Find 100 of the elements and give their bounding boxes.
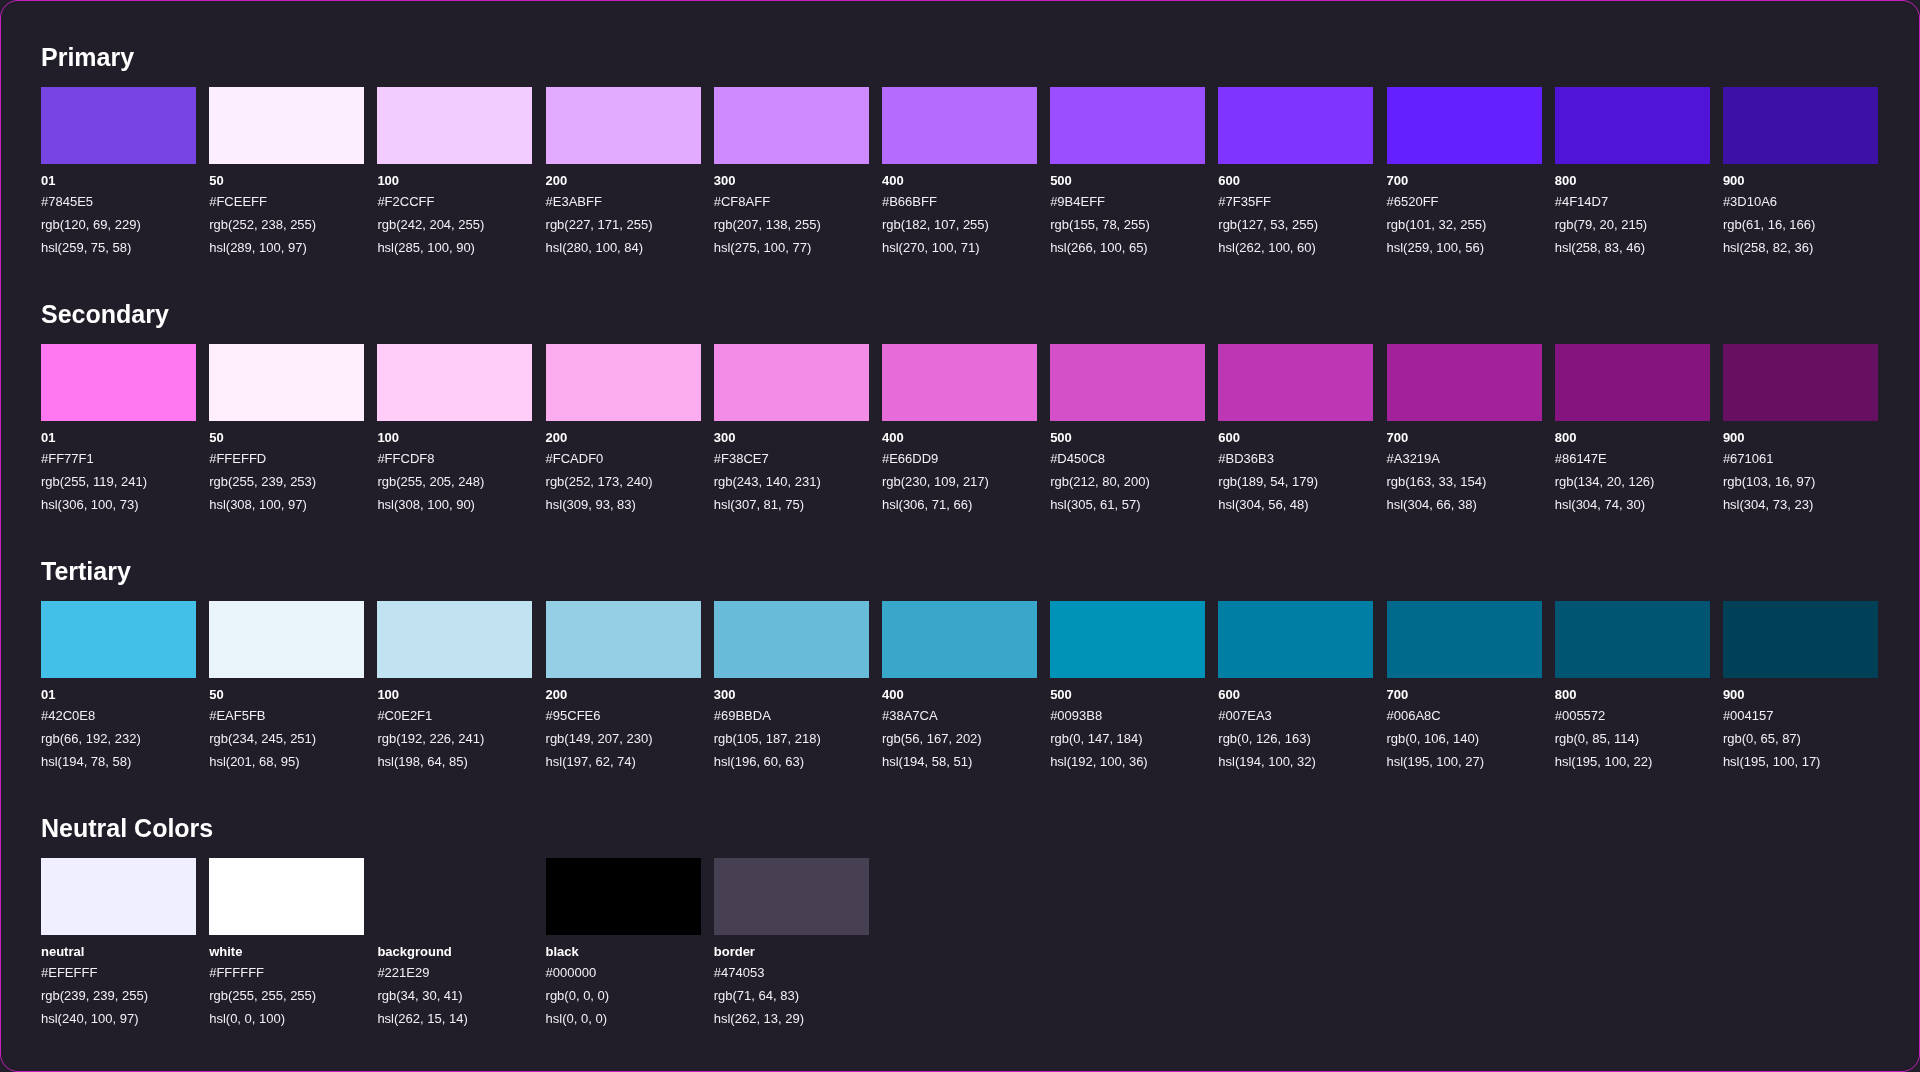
rgb-value: rgb(252, 238, 255) bbox=[209, 217, 317, 232]
rgb-value: rgb(0, 85, 114) bbox=[1554, 731, 1639, 746]
rgb-value: rgb(255, 119, 241) bbox=[41, 474, 147, 489]
hex-value: #005572 bbox=[1554, 708, 1606, 723]
hsl-value: hsl(304, 73, 23) bbox=[1722, 497, 1814, 512]
hsl-value: hsl(0, 0, 0) bbox=[545, 1011, 607, 1026]
swatch-name: 300 bbox=[713, 173, 736, 188]
hex-value: #A3219A bbox=[1386, 451, 1440, 466]
swatch-name: 100 bbox=[377, 687, 400, 702]
hex-value: #42C0E8 bbox=[41, 708, 96, 723]
swatch-name: 600 bbox=[1218, 430, 1240, 445]
swatch-name: 500 bbox=[1050, 430, 1072, 445]
hex-value: #CF8AFF bbox=[713, 194, 771, 209]
hex-value: #221E29 bbox=[377, 965, 430, 980]
swatch-name: 01 bbox=[41, 687, 56, 702]
hsl-value: hsl(262, 100, 60) bbox=[1218, 240, 1316, 255]
hex-value: #FFEFFD bbox=[209, 451, 267, 466]
swatch-name: 500 bbox=[1050, 687, 1072, 702]
section-title: Tertiary bbox=[41, 556, 132, 587]
hex-value: #FF77F1 bbox=[41, 451, 94, 466]
rgb-value: rgb(182, 107, 255) bbox=[881, 217, 989, 232]
rgb-value: rgb(134, 20, 126) bbox=[1554, 474, 1655, 489]
hsl-value: hsl(240, 100, 97) bbox=[41, 1011, 139, 1026]
rgb-value: rgb(101, 32, 255) bbox=[1386, 217, 1487, 232]
swatch-name: 400 bbox=[881, 173, 904, 188]
hsl-value: hsl(285, 100, 90) bbox=[377, 240, 475, 255]
hsl-value: hsl(308, 100, 97) bbox=[209, 497, 307, 512]
swatch-name: 400 bbox=[881, 430, 904, 445]
hsl-value: hsl(195, 100, 17) bbox=[1722, 754, 1821, 769]
hex-value: #EFEFFF bbox=[41, 965, 98, 980]
hex-value: #38A7CA bbox=[881, 708, 938, 723]
hex-value: #3D10A6 bbox=[1722, 194, 1778, 209]
swatch-name: 700 bbox=[1386, 430, 1409, 445]
rgb-value: rgb(155, 78, 255) bbox=[1050, 217, 1150, 232]
rgb-value: rgb(0, 126, 163) bbox=[1218, 731, 1311, 746]
hsl-value: hsl(197, 62, 74) bbox=[545, 754, 636, 769]
hsl-value: hsl(195, 100, 22) bbox=[1554, 754, 1653, 769]
hsl-value: hsl(196, 60, 63) bbox=[713, 754, 805, 769]
hex-value: #F2CCFF bbox=[377, 194, 435, 209]
rgb-value: rgb(0, 0, 0) bbox=[545, 988, 610, 1003]
swatch-name: 800 bbox=[1554, 173, 1577, 188]
swatch-name: neutral bbox=[41, 944, 85, 959]
hsl-value: hsl(194, 78, 58) bbox=[41, 754, 132, 769]
swatch-name: 50 bbox=[209, 687, 224, 702]
hsl-value: hsl(309, 93, 83) bbox=[545, 497, 636, 512]
rgb-value: rgb(103, 16, 97) bbox=[1722, 474, 1816, 489]
hsl-value: hsl(194, 58, 51) bbox=[881, 754, 973, 769]
rgb-value: rgb(66, 192, 232) bbox=[41, 731, 141, 746]
hsl-value: hsl(304, 66, 38) bbox=[1386, 497, 1477, 512]
swatch-name: 01 bbox=[41, 430, 56, 445]
swatch-name: 100 bbox=[377, 173, 400, 188]
rgb-value: rgb(207, 138, 255) bbox=[713, 217, 821, 232]
hex-value: #0093B8 bbox=[1050, 708, 1103, 723]
hsl-value: hsl(308, 100, 90) bbox=[377, 497, 475, 512]
swatch-name: 900 bbox=[1722, 687, 1745, 702]
hsl-value: hsl(306, 71, 66) bbox=[881, 497, 973, 512]
swatch-name: white bbox=[209, 944, 243, 959]
hsl-value: hsl(307, 81, 75) bbox=[713, 497, 805, 512]
hex-value: #BD36B3 bbox=[1218, 451, 1274, 466]
section-title: Primary bbox=[41, 42, 136, 73]
hex-value: #95CFE6 bbox=[545, 708, 601, 723]
rgb-value: rgb(230, 109, 217) bbox=[881, 474, 989, 489]
rgb-value: rgb(255, 255, 255) bbox=[209, 988, 317, 1003]
rgb-value: rgb(239, 239, 255) bbox=[41, 988, 148, 1003]
hsl-value: hsl(280, 100, 84) bbox=[545, 240, 644, 255]
hex-value: #006A8C bbox=[1386, 708, 1441, 723]
swatch-name: 50 bbox=[209, 173, 224, 188]
rgb-value: rgb(120, 69, 229) bbox=[41, 217, 141, 232]
swatch-name: 500 bbox=[1050, 173, 1072, 188]
hex-value: #9B4EFF bbox=[1050, 194, 1106, 209]
rgb-value: rgb(149, 207, 230) bbox=[545, 731, 653, 746]
hex-value: #D450C8 bbox=[1050, 451, 1106, 466]
hex-value: #FCEEFF bbox=[209, 194, 267, 209]
rgb-value: rgb(189, 54, 179) bbox=[1218, 474, 1319, 489]
hex-value: #000000 bbox=[545, 965, 597, 980]
hex-value: #E3ABFF bbox=[545, 194, 602, 209]
hsl-value: hsl(305, 61, 57) bbox=[1050, 497, 1141, 512]
hex-value: #86147E bbox=[1554, 451, 1607, 466]
rgb-value: rgb(71, 64, 83) bbox=[713, 988, 800, 1003]
rgb-value: rgb(234, 245, 251) bbox=[209, 731, 317, 746]
swatch-name: 50 bbox=[209, 430, 224, 445]
swatch-name: 600 bbox=[1218, 687, 1240, 702]
hex-value: #F38CE7 bbox=[713, 451, 769, 466]
hsl-value: hsl(198, 64, 85) bbox=[377, 754, 468, 769]
rgb-value: rgb(0, 65, 87) bbox=[1722, 731, 1801, 746]
hsl-value: hsl(304, 74, 30) bbox=[1554, 497, 1646, 512]
rgb-value: rgb(192, 226, 241) bbox=[377, 731, 485, 746]
swatch-name: 200 bbox=[545, 430, 568, 445]
hsl-value: hsl(201, 68, 95) bbox=[209, 754, 300, 769]
rgb-value: rgb(243, 140, 231) bbox=[713, 474, 821, 489]
swatch-name: 700 bbox=[1386, 173, 1409, 188]
swatch-name: border bbox=[713, 944, 755, 959]
swatch-name: 200 bbox=[545, 687, 568, 702]
hsl-value: hsl(259, 75, 58) bbox=[41, 240, 132, 255]
swatch-name: black bbox=[545, 944, 579, 959]
rgb-value: rgb(34, 30, 41) bbox=[377, 988, 463, 1003]
rgb-value: rgb(105, 187, 218) bbox=[713, 731, 821, 746]
hex-value: #004157 bbox=[1722, 708, 1774, 723]
rgb-value: rgb(127, 53, 255) bbox=[1218, 217, 1319, 232]
rgb-value: rgb(242, 204, 255) bbox=[377, 217, 485, 232]
